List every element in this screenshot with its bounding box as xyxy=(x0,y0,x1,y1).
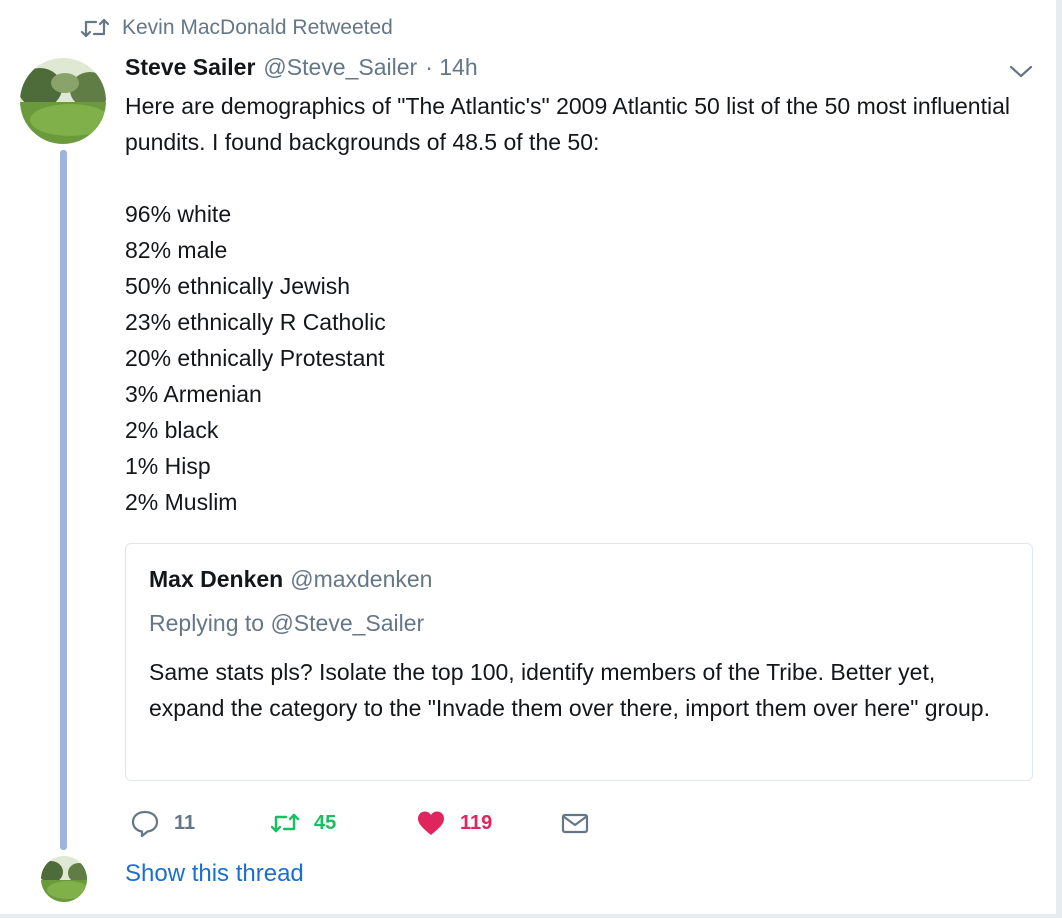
envelope-icon xyxy=(561,813,589,834)
heart-icon xyxy=(418,811,444,835)
stat-line: 1% Hisp xyxy=(125,453,211,479)
quote-header: Max Denken @maxdenken xyxy=(149,566,432,593)
avatar-thread[interactable] xyxy=(41,856,87,902)
tweet-card[interactable]: Kevin MacDonald Retweeted Steve Sailer @… xyxy=(0,0,1062,918)
retweet-button[interactable]: 45 xyxy=(270,805,336,841)
divider xyxy=(0,914,1062,918)
retweet-context: Kevin MacDonald Retweeted xyxy=(80,14,393,42)
show-thread-link[interactable]: Show this thread xyxy=(125,860,304,888)
retweet-icon xyxy=(80,18,110,38)
stat-line: 23% ethnically R Catholic xyxy=(125,309,386,335)
reply-icon xyxy=(131,810,159,838)
quote-replying-to: Replying to @Steve_Sailer xyxy=(149,610,425,636)
stat-line: 96% white xyxy=(125,201,232,227)
tweet-text: Here are demographics of "The Atlantic's… xyxy=(125,88,1025,520)
divider xyxy=(1056,0,1062,918)
author-username[interactable]: @Steve_Sailer xyxy=(263,54,417,81)
stat-line: 2% black xyxy=(125,417,219,443)
retweet-count: 45 xyxy=(314,811,337,834)
retweet-icon xyxy=(270,813,300,833)
tweet-timestamp[interactable]: · 14h xyxy=(425,54,477,81)
avatar[interactable] xyxy=(20,58,106,144)
direct-message-button[interactable] xyxy=(560,805,590,841)
like-button[interactable]: 119 xyxy=(416,805,492,841)
tweet-actions: 11 45 119 xyxy=(130,805,650,841)
quote-author-username: @maxdenken xyxy=(290,566,433,592)
reply-button[interactable]: 11 xyxy=(130,805,195,841)
stat-line: 2% Muslim xyxy=(125,489,238,515)
author-fullname[interactable]: Steve Sailer xyxy=(125,54,255,81)
retweet-context-text[interactable]: Kevin MacDonald Retweeted xyxy=(122,16,393,40)
chevron-down-icon[interactable] xyxy=(1006,60,1036,82)
stats-list: 96% white 82% male 50% ethnically Jewish… xyxy=(125,196,1025,520)
stat-line: 20% ethnically Protestant xyxy=(125,345,385,371)
stat-line: 3% Armenian xyxy=(125,381,262,407)
stat-line: 82% male xyxy=(125,237,228,263)
thread-line xyxy=(60,150,67,850)
tweet-text-intro: Here are demographics of "The Atlantic's… xyxy=(125,93,1010,155)
quote-text: Same stats pls? Isolate the top 100, ide… xyxy=(149,659,990,721)
reply-count: 11 xyxy=(174,811,196,834)
stat-line: 50% ethnically Jewish xyxy=(125,273,351,299)
quote-author-fullname: Max Denken xyxy=(149,566,284,592)
quoted-tweet[interactable]: Max Denken @maxdenken Replying to @Steve… xyxy=(125,543,1033,781)
like-count: 119 xyxy=(460,811,493,834)
tweet-header: Steve Sailer @Steve_Sailer · 14h xyxy=(125,54,478,86)
